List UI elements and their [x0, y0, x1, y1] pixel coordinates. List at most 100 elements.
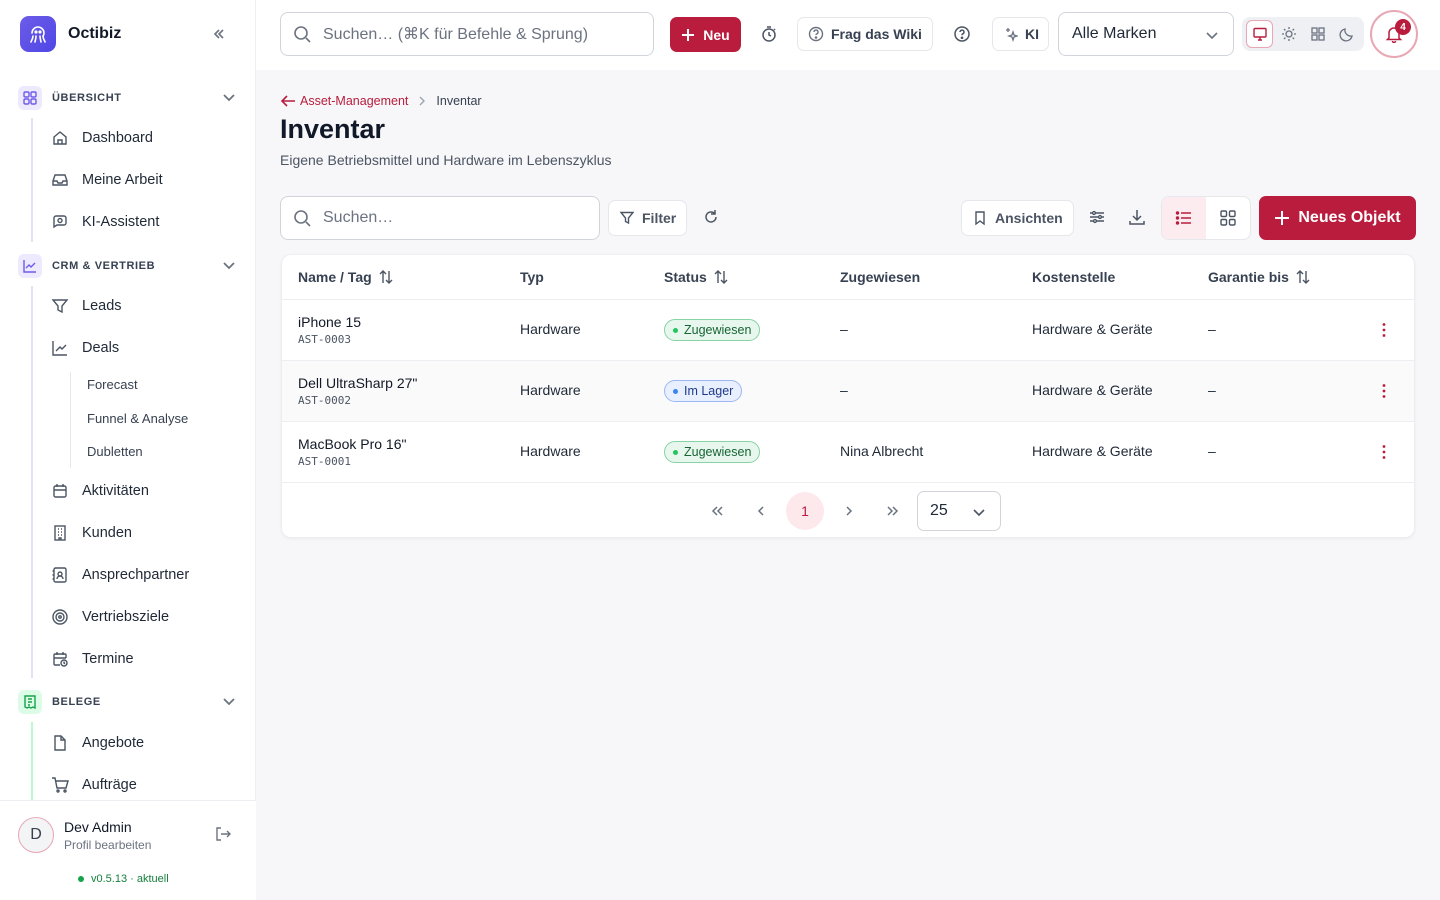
section-belege[interactable]: BELEGE — [18, 690, 240, 714]
sidebar-item-meine-arbeit[interactable]: Meine Arbeit — [50, 165, 240, 195]
section-line — [31, 722, 33, 800]
brand[interactable]: Octibiz — [20, 16, 121, 52]
asset-name-cell: Dell UltraSharp 27" AST-0002 — [298, 375, 417, 407]
assigned-to: – — [840, 382, 848, 398]
help-icon[interactable] — [952, 24, 972, 44]
section-uebersicht[interactable]: ÜBERSICHT — [18, 86, 240, 110]
page-subtitle: Eigene Betriebsmittel und Hardware im Le… — [280, 152, 612, 168]
sidebar-item-ansprechpartner[interactable]: Ansprechpartner — [50, 560, 240, 590]
page-button-current[interactable]: 1 — [786, 492, 824, 530]
more-vertical-icon[interactable] — [1375, 443, 1393, 461]
arrow-left-icon — [280, 94, 296, 108]
sidebar-item-auftraege[interactable]: Aufträge — [50, 770, 240, 800]
download-icon[interactable] — [1128, 208, 1146, 226]
chevron-right-icon — [417, 96, 427, 106]
target-icon — [50, 607, 70, 627]
logout-icon[interactable] — [214, 825, 232, 843]
sidebar-item-label: KI-Assistent — [82, 214, 160, 230]
sidebar-item-aktivitaeten[interactable]: Aktivitäten — [50, 476, 240, 506]
brand-select[interactable]: Alle Marken — [1058, 12, 1234, 56]
section-line — [31, 286, 33, 678]
sidebar-item-termine[interactable]: Termine — [50, 644, 240, 674]
edit-profile-link[interactable]: Profil bearbeiten — [64, 838, 151, 852]
prev-page-icon[interactable] — [741, 491, 781, 531]
table-row[interactable]: MacBook Pro 16" AST-0001 Hardware Zugewi… — [282, 422, 1414, 483]
first-page-icon[interactable] — [697, 491, 737, 531]
notifications-button[interactable]: 4 — [1370, 10, 1418, 58]
more-vertical-icon[interactable] — [1375, 382, 1393, 400]
status-dot — [673, 327, 678, 333]
next-page-icon[interactable] — [829, 491, 869, 531]
page-title: Inventar — [280, 114, 386, 144]
sidebar-item-angebote[interactable]: Angebote — [50, 728, 240, 758]
breadcrumb-parent: Asset-Management — [300, 94, 409, 108]
chevron-down-icon[interactable] — [220, 88, 238, 106]
new-object-label: Neues Objekt — [1298, 209, 1401, 226]
sidebar-item-leads[interactable]: Leads — [50, 291, 240, 321]
breadcrumb-current: Inventar — [436, 94, 482, 108]
column-header-status[interactable]: Status — [664, 269, 729, 285]
wiki-button[interactable]: Frag das Wiki — [797, 17, 933, 51]
avatar[interactable]: D — [18, 817, 54, 853]
asset-name: iPhone 15 — [298, 314, 362, 330]
sidebar-item-ki-assistent[interactable]: KI-Assistent — [50, 207, 240, 237]
refresh-icon[interactable] — [702, 208, 720, 226]
chevron-down-icon[interactable] — [220, 692, 238, 710]
breadcrumb-back-link[interactable]: Asset-Management — [280, 94, 408, 108]
section-crm-vertrieb[interactable]: CRM & VERTRIEB — [18, 254, 240, 278]
sidebar-item-deals[interactable]: Deals — [50, 333, 240, 363]
sliders-icon[interactable] — [1088, 208, 1106, 226]
sidebar-subitem-funnel[interactable]: Funnel & Analyse — [87, 409, 188, 429]
warranty-until: – — [1208, 321, 1216, 337]
layout-grid-icon[interactable] — [1304, 20, 1331, 48]
column-header-warranty[interactable]: Garantie bis — [1208, 269, 1311, 285]
sidebar-item-vertriebsziele[interactable]: Vertriebsziele — [50, 602, 240, 632]
sparkles-icon — [1002, 26, 1018, 42]
sort-icon[interactable] — [378, 269, 394, 285]
grid-view-icon[interactable] — [1206, 197, 1250, 239]
timer-icon[interactable] — [759, 24, 779, 44]
section-label: CRM & VERTRIEB — [52, 260, 156, 272]
table-row[interactable]: iPhone 15 AST-0003 Hardware Zugewiesen –… — [282, 300, 1414, 361]
sidebar-item-kunden[interactable]: Kunden — [50, 518, 240, 548]
table-row[interactable]: Dell UltraSharp 27" AST-0002 Hardware Im… — [282, 361, 1414, 422]
ai-button[interactable]: KI — [992, 17, 1049, 51]
chevron-down-icon[interactable] — [220, 256, 238, 274]
chevron-down-icon — [970, 503, 988, 521]
inventory-table: Name / Tag Typ Status Zugewiesen Kostens… — [281, 254, 1415, 538]
collapse-sidebar-icon[interactable] — [208, 24, 230, 44]
column-header-cost-center: Kostenstelle — [1032, 269, 1116, 285]
sort-icon[interactable] — [1295, 269, 1311, 285]
search-placeholder: Suchen… — [323, 209, 394, 226]
column-header-name[interactable]: Name / Tag — [298, 269, 394, 285]
last-page-icon[interactable] — [873, 491, 913, 531]
sub-line — [70, 372, 71, 468]
monitor-icon[interactable] — [1246, 20, 1274, 48]
filter-button[interactable]: Filter — [608, 200, 688, 236]
new-button[interactable]: Neu — [670, 17, 741, 52]
sidebar-item-dashboard[interactable]: Dashboard — [50, 123, 240, 153]
version-label: v0.5.13 · aktuell — [91, 873, 169, 885]
status-badge: Zugewiesen — [664, 319, 761, 341]
asset-type: Hardware — [520, 321, 581, 337]
section-label: ÜBERSICHT — [52, 92, 122, 104]
user-name[interactable]: Dev Admin — [64, 819, 132, 835]
cost-center: Hardware & Geräte — [1032, 443, 1153, 459]
chart-line-icon — [50, 338, 70, 358]
moon-icon[interactable] — [1333, 20, 1360, 48]
page-size-select[interactable]: 25 — [917, 491, 1001, 531]
global-search-input[interactable]: Suchen… (⌘K für Befehle & Sprung) — [280, 12, 654, 56]
sun-icon[interactable] — [1275, 20, 1302, 48]
views-button[interactable]: Ansichten — [961, 200, 1074, 236]
wiki-button-label: Frag das Wiki — [831, 26, 922, 42]
asset-name-cell: MacBook Pro 16" AST-0001 — [298, 436, 406, 468]
table-search-input[interactable]: Suchen… — [280, 196, 600, 240]
grid-icon — [18, 86, 42, 110]
list-view-icon[interactable] — [1162, 197, 1206, 239]
sidebar-subitem-dubletten[interactable]: Dubletten — [87, 442, 143, 462]
assigned-to: Nina Albrecht — [840, 443, 924, 459]
sidebar-subitem-forecast[interactable]: Forecast — [87, 375, 138, 395]
more-vertical-icon[interactable] — [1375, 321, 1393, 339]
sort-icon[interactable] — [713, 269, 729, 285]
new-object-button[interactable]: Neues Objekt — [1259, 196, 1416, 240]
